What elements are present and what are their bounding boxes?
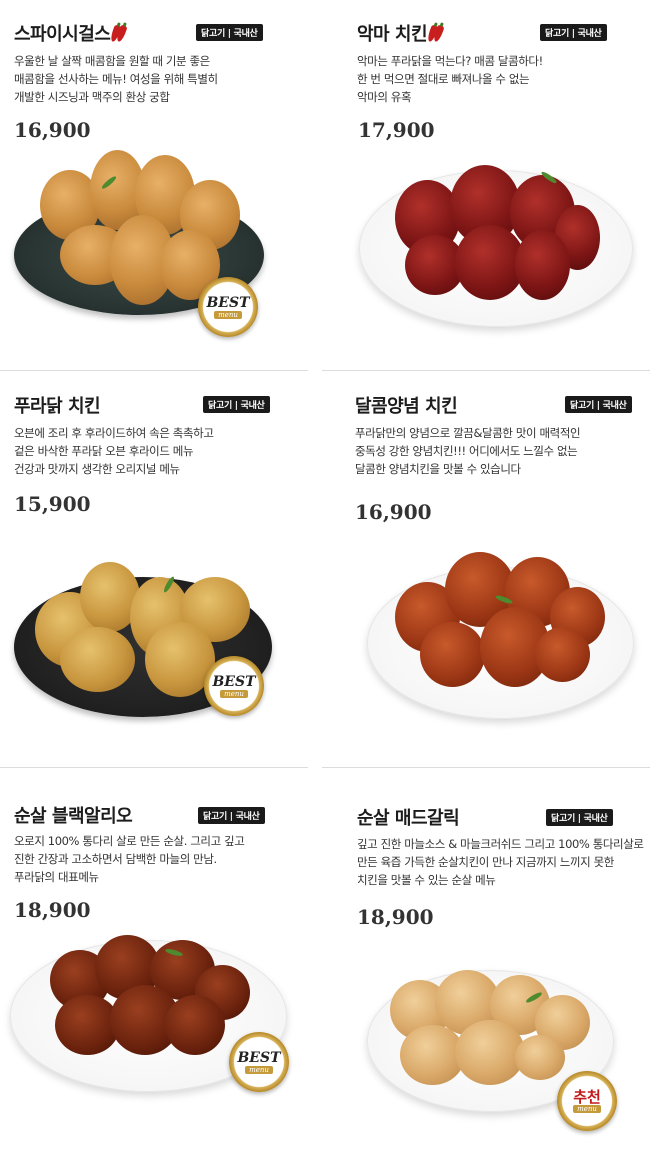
menu-title: 달콤양념 치킨	[355, 396, 458, 417]
chili-pepper-icon	[109, 23, 129, 43]
chili-pepper-icon	[426, 23, 445, 43]
menu-title: 순살 매드갈릭	[357, 808, 460, 829]
divider	[322, 767, 650, 768]
menu-description: 오로지 100% 통다리 살로 만든 순살. 그리고 깊고 진한 간장과 고소하…	[14, 834, 245, 884]
menu-description: 깊고 진한 마늘소스 & 마늘크러쉬드 그리고 100% 통다리살로 만든 육즙…	[357, 837, 644, 887]
menu-card-boneless-mad-garlic[interactable]: 순살 매드갈릭 닭고기 | 국내산 깊고 진한 마늘소스 & 마늘크러쉬드 그리…	[325, 780, 650, 1156]
menu-description: 우울한 날 살짝 매콤함을 원할 때 기분 좋은 매콤함을 선사하는 메뉴! 여…	[14, 54, 218, 104]
divider	[0, 370, 308, 371]
menu-title: 푸라닭 치킨	[14, 396, 101, 417]
menu-card-sweet-sauce-chicken[interactable]: 달콤양념 치킨 닭고기 | 국내산 푸라닭만의 양념으로 깔끔&달콤한 맛이 매…	[325, 372, 650, 767]
menu-price: 16,900	[355, 500, 432, 524]
menu-description: 푸라닭만의 양념으로 깔끔&달콤한 맛이 매력적인 중독성 강한 양념치킨!!!…	[355, 426, 581, 476]
menu-title: 순살 블랙알리오	[14, 806, 133, 827]
menu-card-puradak-chicken[interactable]: 푸라닭 치킨 닭고기 | 국내산 오븐에 조리 후 후라이드하여 속은 촉촉하고…	[0, 372, 325, 767]
menu-card-devil-chicken[interactable]: 악마 치킨 닭고기 | 국내산 악마는 푸라닭을 먹는다? 매콤 달콤하다! 한…	[325, 0, 650, 370]
divider	[322, 370, 650, 371]
best-menu-seal: BEST menu	[204, 656, 264, 716]
origin-badge: 닭고기 | 국내산	[203, 396, 270, 413]
menu-description: 오븐에 조리 후 후라이드하여 속은 촉촉하고 겉은 바삭한 푸라닭 오븐 후라…	[14, 426, 214, 476]
best-menu-seal: BEST menu	[229, 1032, 289, 1092]
menu-title: 악마 치킨	[357, 20, 445, 46]
menu-card-boneless-black-alio[interactable]: 순살 블랙알리오 닭고기 | 국내산 오로지 100% 통다리 살로 만든 순살…	[0, 780, 325, 1156]
origin-badge: 닭고기 | 국내산	[540, 24, 607, 41]
menu-card-spicy-girls[interactable]: 스파이시걸스 닭고기 | 국내산 우울한 날 살짝 매콤함을 원할 때 기분 좋…	[0, 0, 325, 370]
menu-price: 18,900	[14, 898, 91, 922]
origin-badge: 닭고기 | 국내산	[565, 396, 632, 413]
best-menu-seal: BEST menu	[198, 277, 258, 337]
menu-grid: 스파이시걸스 닭고기 | 국내산 우울한 날 살짝 매콤함을 원할 때 기분 좋…	[0, 0, 650, 1156]
menu-title: 스파이시걸스	[14, 20, 129, 46]
menu-price: 18,900	[357, 905, 434, 929]
origin-badge: 닭고기 | 국내산	[196, 24, 263, 41]
menu-price: 15,900	[14, 492, 91, 516]
origin-badge: 닭고기 | 국내산	[198, 807, 265, 824]
menu-price: 17,900	[358, 118, 435, 142]
divider	[0, 767, 308, 768]
origin-badge: 닭고기 | 국내산	[546, 809, 613, 826]
recommend-menu-seal: 추천 menu	[557, 1071, 617, 1131]
menu-price: 16,900	[14, 118, 91, 142]
menu-description: 악마는 푸라닭을 먹는다? 매콤 달콤하다! 한 번 먹으면 절대로 빠져나올 …	[357, 54, 543, 104]
